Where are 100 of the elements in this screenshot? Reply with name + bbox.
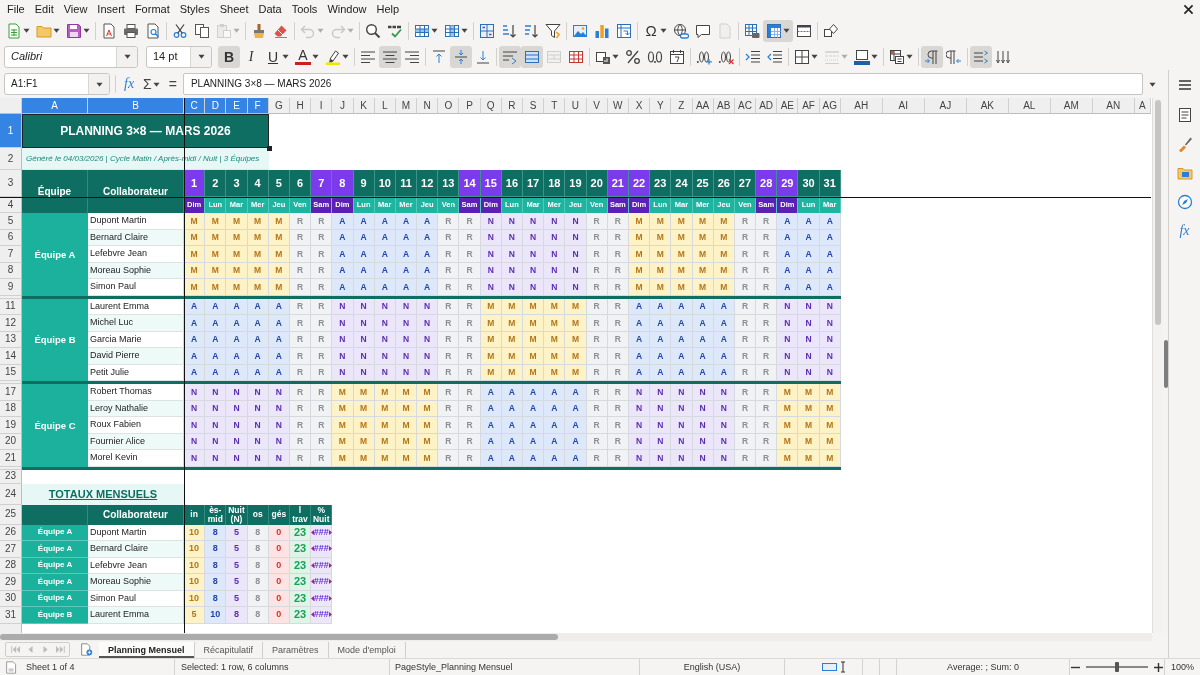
column-header[interactable]: AH <box>840 98 883 114</box>
name-box[interactable]: A1:F1 <box>4 73 110 95</box>
scrollbar-thumb[interactable] <box>1155 100 1161 325</box>
bold-button[interactable]: B <box>218 45 240 68</box>
slider-thumb[interactable] <box>1115 662 1119 672</box>
functions-button[interactable]: fx <box>1172 219 1197 243</box>
column-header[interactable]: U <box>565 98 587 114</box>
row-header[interactable]: 5 <box>0 213 22 230</box>
row-header[interactable]: 7 <box>0 246 22 263</box>
menu-item[interactable]: Tools <box>286 1 323 17</box>
column-header[interactable]: AE <box>777 98 799 114</box>
merge-center-button[interactable] <box>521 45 543 68</box>
align-center-button[interactable] <box>379 45 401 68</box>
menu-item[interactable]: Edit <box>29 1 59 17</box>
column-header[interactable]: H <box>289 98 312 114</box>
row-header[interactable]: 21 <box>0 450 22 467</box>
font-name-combobox[interactable]: Calibri <box>4 45 138 68</box>
column-header[interactable]: N <box>417 98 439 114</box>
left-to-right-button[interactable] <box>921 45 943 68</box>
column-header[interactable]: AB <box>713 98 735 114</box>
align-middle-button[interactable] <box>450 45 472 68</box>
column-header[interactable]: P <box>459 98 481 114</box>
column-header[interactable]: AD <box>756 98 778 114</box>
vertical-scrollbar[interactable] <box>1152 98 1163 633</box>
column-header[interactable]: AF <box>798 98 820 114</box>
row-header[interactable]: 1 <box>0 114 22 148</box>
row-header[interactable]: 29 <box>0 574 22 591</box>
scrollbar-thumb[interactable] <box>0 634 558 640</box>
wrap-text-button[interactable] <box>499 45 521 68</box>
column-header[interactable]: G <box>268 98 290 114</box>
column-header[interactable]: T <box>544 98 566 114</box>
selection-handle[interactable] <box>266 146 272 151</box>
column-header[interactable]: AM <box>1050 98 1093 114</box>
row-header[interactable]: 3 <box>0 170 22 197</box>
italic-button[interactable]: I <box>240 45 262 68</box>
underline-button[interactable]: U <box>262 45 292 68</box>
menu-item[interactable]: Format <box>129 1 175 17</box>
column-header[interactable]: AL <box>1008 98 1051 114</box>
sheet-tab[interactable]: Mode d'emploi <box>328 641 406 658</box>
column-header[interactable]: I <box>311 98 333 114</box>
zoom-in-button[interactable] <box>1153 661 1164 673</box>
column-header[interactable]: AC <box>734 98 757 114</box>
formula-button[interactable]: = <box>165 73 180 95</box>
dropdown-button[interactable] <box>88 74 109 94</box>
sidebar-collapse-handle[interactable] <box>1163 340 1168 388</box>
column-header[interactable]: M <box>395 98 418 114</box>
font-color-button[interactable]: A <box>292 45 322 68</box>
row-header[interactable]: 19 <box>0 417 22 434</box>
column-header[interactable]: L <box>374 98 396 114</box>
row-header[interactable]: 14 <box>0 348 22 365</box>
column-header[interactable]: V <box>586 98 608 114</box>
column-header[interactable]: Y <box>650 98 672 114</box>
column-header[interactable]: O <box>438 98 460 114</box>
column-header[interactable]: AK <box>966 98 1009 114</box>
column-header[interactable]: Z <box>671 98 693 114</box>
menu-item[interactable]: Data <box>253 1 287 17</box>
sheet-tab[interactable]: Paramètres <box>263 641 329 658</box>
column-header[interactable]: B <box>88 98 184 114</box>
column-header[interactable]: AA <box>692 98 714 114</box>
text-direction-button[interactable] <box>970 45 992 68</box>
row-header[interactable]: 27 <box>0 541 22 558</box>
formula-input[interactable]: PLANNING 3×8 — MARS 2026 <box>182 73 1143 95</box>
function-wizard-button[interactable]: fx <box>121 73 138 95</box>
special-character-button[interactable]: Ω <box>640 19 670 42</box>
column-header[interactable]: AG <box>819 98 841 114</box>
row-header[interactable]: 12 <box>0 315 22 332</box>
row-header[interactable]: 2 <box>0 148 22 170</box>
menu-item[interactable]: Help <box>371 1 405 17</box>
row-header[interactable]: 24 <box>0 483 22 505</box>
row-header[interactable]: 25 <box>0 504 22 525</box>
sum-button[interactable]: Σ <box>140 73 163 95</box>
column-header[interactable]: D <box>205 98 227 114</box>
column-header[interactable]: C <box>184 98 206 114</box>
menu-item[interactable]: File <box>2 1 30 17</box>
sheet-tab[interactable]: Récapitulatif <box>194 641 264 658</box>
column-header[interactable]: F <box>247 98 269 114</box>
menu-item[interactable]: Sheet <box>214 1 254 17</box>
freeze-button[interactable] <box>763 19 793 42</box>
column-header[interactable]: Q <box>480 98 502 114</box>
column-header[interactable]: AN <box>1092 98 1135 114</box>
column-header[interactable]: R <box>501 98 523 114</box>
column-header[interactable]: AJ <box>924 98 967 114</box>
column-header[interactable]: A <box>22 98 88 114</box>
menu-item[interactable]: View <box>58 1 93 17</box>
column-header[interactable]: X <box>628 98 651 114</box>
sheet-tab[interactable]: Planning Mensuel <box>99 641 195 658</box>
column-header[interactable]: E <box>226 98 248 114</box>
menu-item[interactable]: Insert <box>92 1 130 17</box>
column-header[interactable]: AI <box>882 98 925 114</box>
row-header[interactable]: 9 <box>0 279 22 296</box>
horizontal-scrollbar[interactable] <box>0 633 1152 641</box>
add-sheet-button[interactable] <box>78 641 95 658</box>
menu-item[interactable]: Window <box>322 1 372 17</box>
row-header[interactable]: 17 <box>0 384 22 401</box>
column-header[interactable]: W <box>607 98 629 114</box>
font-size-combobox[interactable]: 14 pt <box>146 45 212 68</box>
column-header[interactable]: J <box>332 98 354 114</box>
menu-item[interactable]: Styles <box>174 1 215 17</box>
column-header[interactable]: K <box>353 98 375 114</box>
column-header[interactable]: S <box>523 98 545 114</box>
